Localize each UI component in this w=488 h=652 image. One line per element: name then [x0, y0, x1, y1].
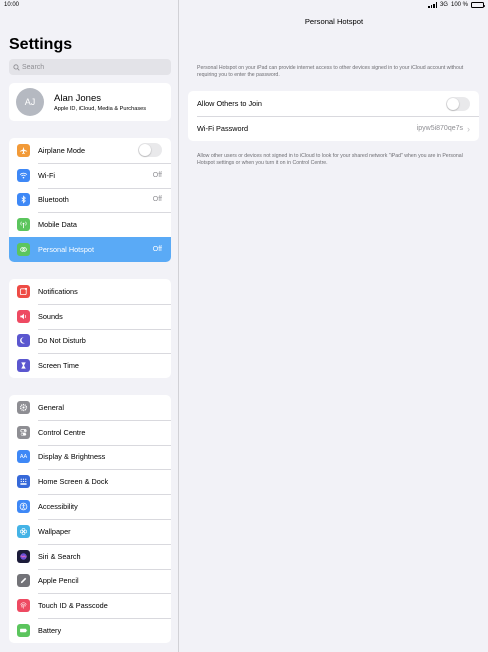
sidebar-item-touch-id-passcode[interactable]: Touch ID & Passcode: [9, 593, 171, 618]
avatar: AJ: [16, 88, 44, 116]
sidebar-item-label: Battery: [38, 626, 62, 636]
notifications-icon: [17, 284, 30, 298]
sidebar-item-apple-pencil[interactable]: Apple Pencil: [9, 568, 171, 594]
wifi-password-value: ipyw5i870qe7s: [416, 125, 463, 132]
notifications-group: Notifications Sounds Do Not Disturb Screen …: [9, 279, 171, 379]
sidebar-item-label: Siri & Search: [38, 551, 81, 561]
hotspot-settings-group: Allow Others to Join Wi-Fi Password ipyw…: [188, 91, 479, 141]
sidebar-item-label: Display & Brightness: [38, 452, 106, 462]
sidebar-item-battery[interactable]: Battery: [9, 618, 171, 643]
hotspot-description: Personal Hotspot on your iPad can provid…: [197, 65, 464, 79]
sidebar-item-label: Airplane Mode: [38, 145, 86, 155]
sidebar-item-label: Screen Time: [38, 361, 79, 371]
personal-hotspot-panel: Personal Hotspot Personal Hotspot on you…: [180, 0, 488, 652]
battery-icon: [17, 624, 30, 638]
sidebar-item-screen-time[interactable]: Screen Time: [9, 353, 171, 378]
settings-sidebar: Settings Search AJ Alan Jones Apple ID, …: [0, 0, 179, 652]
sidebar-item-siri-search[interactable]: Siri & Search: [9, 543, 171, 569]
sidebar-item-wi-fi[interactable]: Wi-Fi Off: [9, 162, 171, 188]
profile-name: Alan Jones: [54, 92, 102, 104]
page-title: Settings: [9, 36, 73, 53]
sidebar-item-label: Personal Hotspot: [38, 245, 94, 255]
sidebar-item-label: Accessibility: [38, 502, 78, 512]
general-group: General Control Centre AA Display & Brightn…: [9, 395, 171, 643]
sidebar-item-do-not-disturb[interactable]: Do Not Disturb: [9, 328, 171, 354]
hotspot-icon: [17, 243, 30, 257]
grid-icon: [17, 475, 30, 489]
allow-others-toggle[interactable]: [446, 96, 470, 111]
siri-icon: [17, 549, 30, 563]
sidebar-item-home-screen-dock[interactable]: Home Screen & Dock: [9, 469, 171, 494]
accessibility-icon: [17, 500, 30, 514]
sidebar-item-airplane-mode[interactable]: Airplane Mode: [9, 138, 171, 163]
search-placeholder: Search: [22, 63, 45, 71]
sidebar-item-control-centre[interactable]: Control Centre: [9, 419, 171, 445]
sidebar-item-notifications[interactable]: Notifications: [9, 279, 171, 304]
sidebar-item-label: Sounds: [38, 311, 63, 321]
sidebar-item-value: Off: [152, 246, 162, 254]
connectivity-group: Airplane Mode Wi-Fi Off Bluetooth Off Mobile …: [9, 138, 171, 262]
sidebar-item-bluetooth[interactable]: Bluetooth Off: [9, 187, 171, 213]
switches-icon: [17, 425, 30, 439]
chevron-right-icon: ›: [467, 123, 470, 134]
sidebar-item-label: Control Centre: [38, 427, 86, 437]
antenna-icon: [17, 218, 30, 232]
profile-subtitle: Apple ID, iCloud, Media & Purchases: [54, 105, 147, 112]
sidebar-item-label: Home Screen & Dock: [38, 477, 109, 487]
sidebar-item-label: Bluetooth: [38, 195, 69, 205]
flower-icon: [17, 524, 30, 538]
sidebar-item-value: Off: [152, 171, 162, 179]
sidebar-item-label: General: [38, 402, 64, 412]
search-icon: [13, 63, 20, 71]
search-input[interactable]: Search: [9, 59, 171, 75]
sidebar-item-general[interactable]: General: [9, 395, 171, 420]
allow-others-row: Allow Others to Join: [188, 91, 479, 116]
bluetooth-icon: [17, 193, 30, 207]
wifi-icon: [17, 168, 30, 182]
airplane-icon: [17, 143, 30, 157]
sidebar-item-wallpaper[interactable]: Wallpaper: [9, 518, 171, 544]
sidebar-item-label: Apple Pencil: [38, 576, 79, 586]
sidebar-item-label: Mobile Data: [38, 220, 77, 230]
sidebar-item-mobile-data[interactable]: Mobile Data: [9, 212, 171, 237]
airplane-mode-toggle[interactable]: [138, 143, 162, 158]
moon-icon: [17, 334, 30, 348]
sidebar-item-accessibility[interactable]: Accessibility: [9, 494, 171, 519]
sidebar-item-personal-hotspot[interactable]: Personal Hotspot Off: [9, 237, 171, 262]
apple-id-profile[interactable]: AJ Alan Jones Apple ID, iCloud, Media & …: [9, 83, 171, 121]
speaker-icon: [17, 309, 30, 323]
pencil-icon: [17, 574, 30, 588]
sidebar-item-value: Off: [152, 196, 162, 204]
sidebar-item-label: Wallpaper: [38, 526, 71, 536]
sidebar-item-sounds[interactable]: Sounds: [9, 303, 171, 329]
sidebar-item-label: Notifications: [38, 286, 78, 296]
hotspot-footer-description: Allow other users or devices not signed …: [197, 153, 463, 167]
sidebar-item-display-brightness[interactable]: AA Display & Brightness: [9, 444, 171, 470]
nav-title: Personal Hotspot: [304, 17, 364, 26]
sidebar-item-label: Do Not Disturb: [38, 336, 86, 346]
allow-others-label: Allow Others to Join: [197, 99, 262, 108]
sidebar-item-label: Wi-Fi: [38, 170, 56, 180]
wifi-password-label: Wi-Fi Password: [197, 124, 249, 133]
hourglass-icon: [17, 359, 30, 373]
text-size-icon: AA: [17, 450, 30, 464]
sidebar-item-label: Touch ID & Passcode: [38, 601, 108, 611]
gear-icon: [17, 400, 30, 414]
fingerprint-icon: [17, 599, 30, 613]
wifi-password-row[interactable]: Wi-Fi Password ipyw5i870qe7s ›: [188, 116, 479, 141]
